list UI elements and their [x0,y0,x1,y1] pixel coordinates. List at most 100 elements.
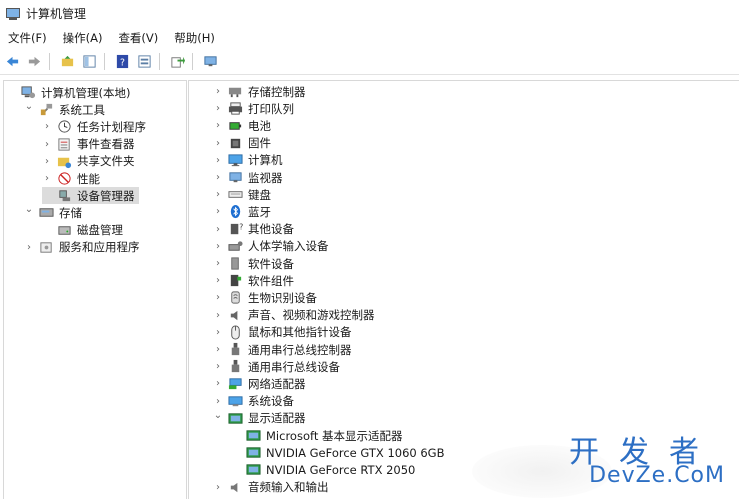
console-tree-item[interactable]: › 事件查看器 [42,136,135,153]
device-tree-item[interactable]: › 打印队列 [213,100,294,117]
tree-item-label: 软件组件 [248,273,294,288]
device-tree-item[interactable]: › 固件 [213,135,271,152]
chevron-right-icon[interactable]: › [213,378,223,389]
chevron-right-icon[interactable]: › [42,139,52,150]
tree-item-label: Microsoft 基本显示适配器 [266,428,403,443]
tree-item-label: 网络适配器 [248,376,306,391]
console-tree-item[interactable]: 磁盘管理 [42,222,123,239]
chevron-right-icon[interactable]: › [213,344,223,355]
menu-action[interactable]: 操作(A) [55,30,111,46]
chevron-right-icon[interactable]: › [213,189,223,200]
device-tree-item[interactable]: › 生物识别设备 [213,289,317,306]
chevron-right-icon[interactable]: › [42,121,52,132]
export-button[interactable] [168,52,187,71]
chevron-right-icon[interactable]: › [213,292,223,303]
console-tree-item[interactable]: ⌄ 存储 [24,204,82,221]
tree-item-label: NVIDIA GeForce GTX 1060 6GB [266,445,445,460]
device-tree-item[interactable]: › 计算机 [213,152,283,169]
chevron-right-icon[interactable]: › [213,327,223,338]
biometric-icon [228,290,243,305]
menu-view[interactable]: 查看(V) [110,30,166,46]
device-tree-item[interactable]: › 键盘 [213,186,271,203]
show-hide-tree-icon [82,54,97,69]
help-button[interactable]: ? [113,52,132,71]
device-tree-item[interactable]: › 软件设备 [213,255,294,272]
console-tree-item[interactable]: › 任务计划程序 [42,118,146,135]
device-tree-item[interactable]: ⌄ 显示适配器 [213,410,306,427]
chevron-right-icon[interactable]: › [213,103,223,114]
menu-file[interactable]: 文件(F) [0,30,55,46]
device-tree-item[interactable]: NVIDIA GeForce RTX 2050 [231,461,415,478]
chevron-right-icon[interactable]: › [213,120,223,131]
monitor-icon [228,170,243,185]
display-adapter-icon [246,462,261,477]
chevron-right-icon[interactable]: › [213,275,223,286]
device-tree-item[interactable]: › 鼠标和其他指针设备 [213,324,352,341]
chevron-right-icon[interactable]: › [213,396,223,407]
chevron-down-icon[interactable]: ⌄ [24,101,34,112]
chevron-right-icon[interactable]: › [42,173,52,184]
back-arrow-icon [5,54,20,69]
display-adapter-icon [246,445,261,460]
chevron-right-icon[interactable]: › [213,155,223,166]
console-tree-item[interactable]: ⌄ 系统工具 [24,101,105,118]
svg-text:?: ? [239,222,243,231]
chevron-right-icon[interactable]: › [213,206,223,217]
chevron-down-icon[interactable]: ⌄ [213,410,223,421]
tree-item-label: 设备管理器 [77,188,135,203]
event-viewer-icon [57,137,72,152]
device-tree-item[interactable]: › 网络适配器 [213,375,306,392]
device-manager-icon [57,188,72,203]
chevron-right-icon[interactable]: › [213,310,223,321]
monitor-button[interactable] [201,52,220,71]
console-tree-item[interactable]: › 共享文件夹 [42,153,135,170]
device-tree-item[interactable]: › 系统设备 [213,393,294,410]
device-tree-item[interactable]: › 音频输入和输出 [213,479,329,496]
chevron-right-icon[interactable]: › [213,258,223,269]
chevron-right-icon[interactable]: › [24,242,34,253]
computer-management-icon [6,7,20,21]
console-tree: 计算机管理(本地) ⌄ 系统工具 › 任务计划程序 › 事件查看器 › 共享文件夹 › 性能 设备管理… [3,80,187,499]
forward-arrow-button[interactable] [25,52,44,71]
network-adapter-icon [228,376,243,391]
other-devices-icon: ? [228,222,243,237]
device-tree-item[interactable]: › 电池 [213,117,271,134]
chevron-right-icon[interactable]: › [213,482,223,493]
chevron-right-icon[interactable]: › [213,172,223,183]
menu-help[interactable]: 帮助(H) [166,30,223,46]
device-tree-item[interactable]: NVIDIA GeForce GTX 1060 6GB [231,444,445,461]
back-arrow-button[interactable] [3,52,22,71]
device-tree-item[interactable]: › 人体学输入设备 [213,238,329,255]
properties-button[interactable] [135,52,154,71]
chevron-right-icon[interactable]: › [213,138,223,149]
show-hide-tree-button[interactable] [80,52,99,71]
device-tree-item[interactable]: › 通用串行总线控制器 [213,341,352,358]
chevron-right-icon[interactable]: › [213,241,223,252]
chevron-right-icon[interactable]: › [213,86,223,97]
toolbar-separator [159,53,160,70]
chevron-right-icon[interactable]: › [42,156,52,167]
device-tree-item[interactable]: ›? 其他设备 [213,221,294,238]
console-tree-item[interactable]: 计算机管理(本地) [6,84,130,101]
device-tree-item[interactable]: Microsoft 基本显示适配器 [231,427,403,444]
device-tree-item[interactable]: › 蓝牙 [213,203,271,220]
device-tree-item[interactable]: › 通用串行总线设备 [213,358,340,375]
device-tree-item[interactable]: › 监视器 [213,169,283,186]
help-icon: ? [115,54,130,69]
tree-item-label: NVIDIA GeForce RTX 2050 [266,462,416,477]
tree-item-label: 音频输入和输出 [248,480,329,495]
chevron-down-icon[interactable]: ⌄ [24,204,34,215]
tree-item-label: 显示适配器 [248,411,306,426]
up-folder-button[interactable] [58,52,77,71]
chevron-right-icon[interactable]: › [213,224,223,235]
console-tree-item[interactable]: › 服务和应用程序 [24,239,140,256]
device-tree-item[interactable]: › 存储控制器 [213,83,306,100]
console-tree-item[interactable]: 设备管理器 [42,187,139,205]
chevron-right-icon[interactable]: › [213,361,223,372]
device-tree-item[interactable]: › 声音、视频和游戏控制器 [213,307,375,324]
system-device-icon [228,394,243,409]
device-tree-item[interactable]: › 软件组件 [213,272,294,289]
console-tree-item[interactable]: › 性能 [42,170,100,187]
